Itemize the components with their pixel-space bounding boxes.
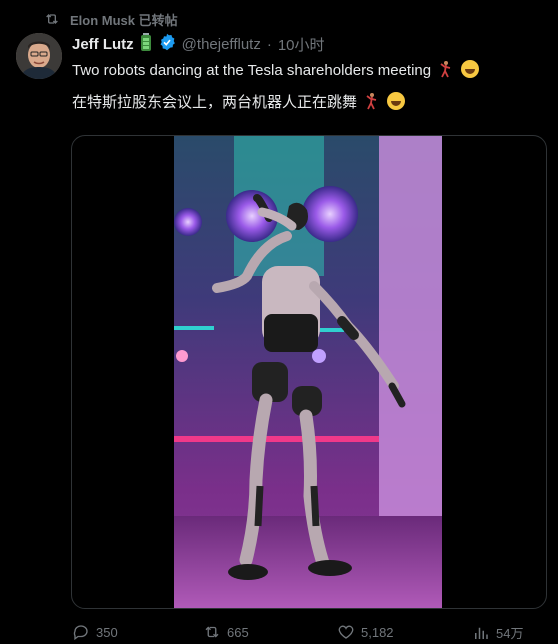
repost-count: 665 — [227, 624, 249, 640]
tweet-text-en: Two robots dancing at the Tesla sharehol… — [72, 62, 432, 79]
repost-button[interactable]: 665 — [203, 623, 249, 641]
verified-badge-icon — [158, 33, 176, 55]
repost-icon — [46, 14, 58, 24]
reply-button[interactable]: 350 — [72, 623, 118, 641]
repost-label: Elon Musk 已转帖 — [70, 12, 178, 28]
views-button[interactable]: 54万 — [472, 623, 523, 642]
heart-icon — [338, 625, 354, 639]
man-dancing-emoji-icon — [440, 60, 452, 78]
separator: · — [266, 35, 272, 53]
media-container[interactable] — [71, 135, 547, 609]
grinning-emoji-icon — [461, 60, 480, 78]
tweet-text-zh: 在特斯拉股东会议上，两台机器人正在跳舞 — [72, 94, 358, 111]
author-handle[interactable]: @thejefflutz — [182, 36, 261, 53]
avatar-image — [16, 33, 62, 79]
timestamp[interactable]: 10小时 — [278, 34, 325, 55]
grinning-emoji-icon-2 — [387, 92, 406, 110]
tweet-header: Jeff Lutz @thejefflutz · 10小时 — [72, 33, 325, 55]
like-count: 5,182 — [361, 624, 394, 640]
views-chart-icon — [475, 627, 488, 639]
like-button[interactable]: 5,182 — [337, 623, 394, 641]
view-count: 54万 — [496, 626, 524, 641]
tweet-text-line2: 在特斯拉股东会议上，两台机器人正在跳舞 — [72, 91, 406, 112]
repost-indicator[interactable]: Elon Musk 已转帖 — [44, 10, 178, 28]
author-name[interactable]: Jeff Lutz — [72, 36, 134, 53]
man-dancing-emoji-icon-2 — [366, 92, 378, 110]
author-avatar[interactable] — [16, 33, 62, 79]
tweet-text-line1: Two robots dancing at the Tesla sharehol… — [72, 60, 480, 79]
repost-action-icon — [205, 626, 219, 638]
robot-dancing-video[interactable] — [174, 136, 442, 608]
action-bar: 350 665 5,182 54万 — [0, 623, 558, 643]
reply-icon — [73, 625, 88, 641]
reply-count: 350 — [96, 624, 118, 640]
battery-emoji-icon — [140, 33, 152, 55]
